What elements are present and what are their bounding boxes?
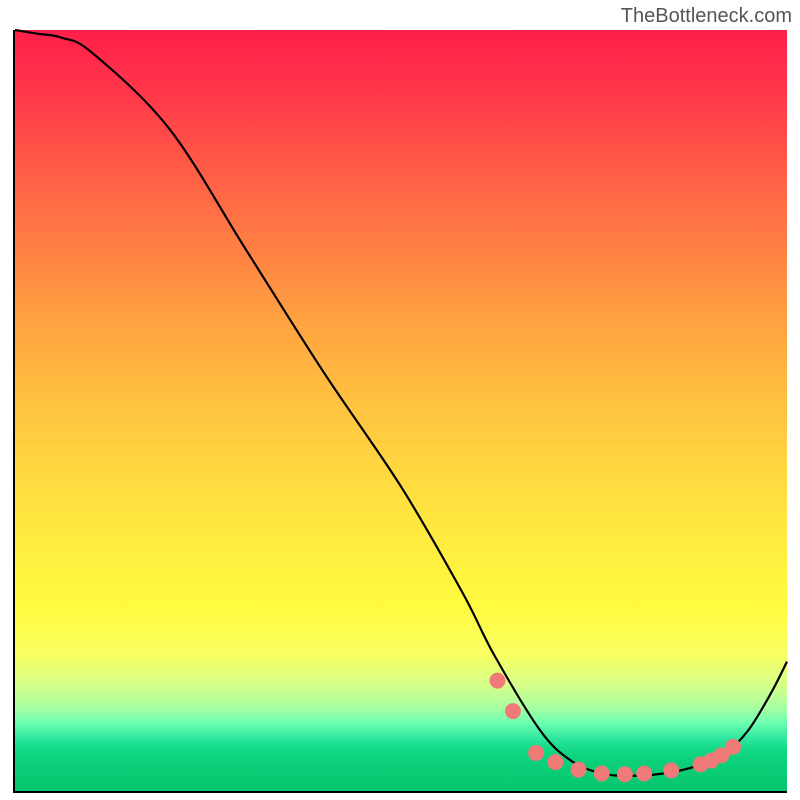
curve-markers	[490, 673, 741, 783]
curve-marker	[617, 766, 633, 782]
curve-marker	[505, 703, 521, 719]
curve-marker	[663, 762, 679, 778]
curve-marker	[571, 762, 587, 778]
curve-marker	[594, 766, 610, 782]
watermark-text: TheBottleneck.com	[621, 5, 792, 28]
curve-marker	[490, 673, 506, 689]
curve-marker	[636, 766, 652, 782]
curve-marker	[528, 745, 544, 761]
chart-plot-area	[13, 30, 787, 793]
curve-marker	[725, 739, 741, 755]
curve-marker	[547, 754, 563, 770]
bottleneck-curve	[15, 30, 787, 776]
chart-svg	[15, 30, 787, 791]
